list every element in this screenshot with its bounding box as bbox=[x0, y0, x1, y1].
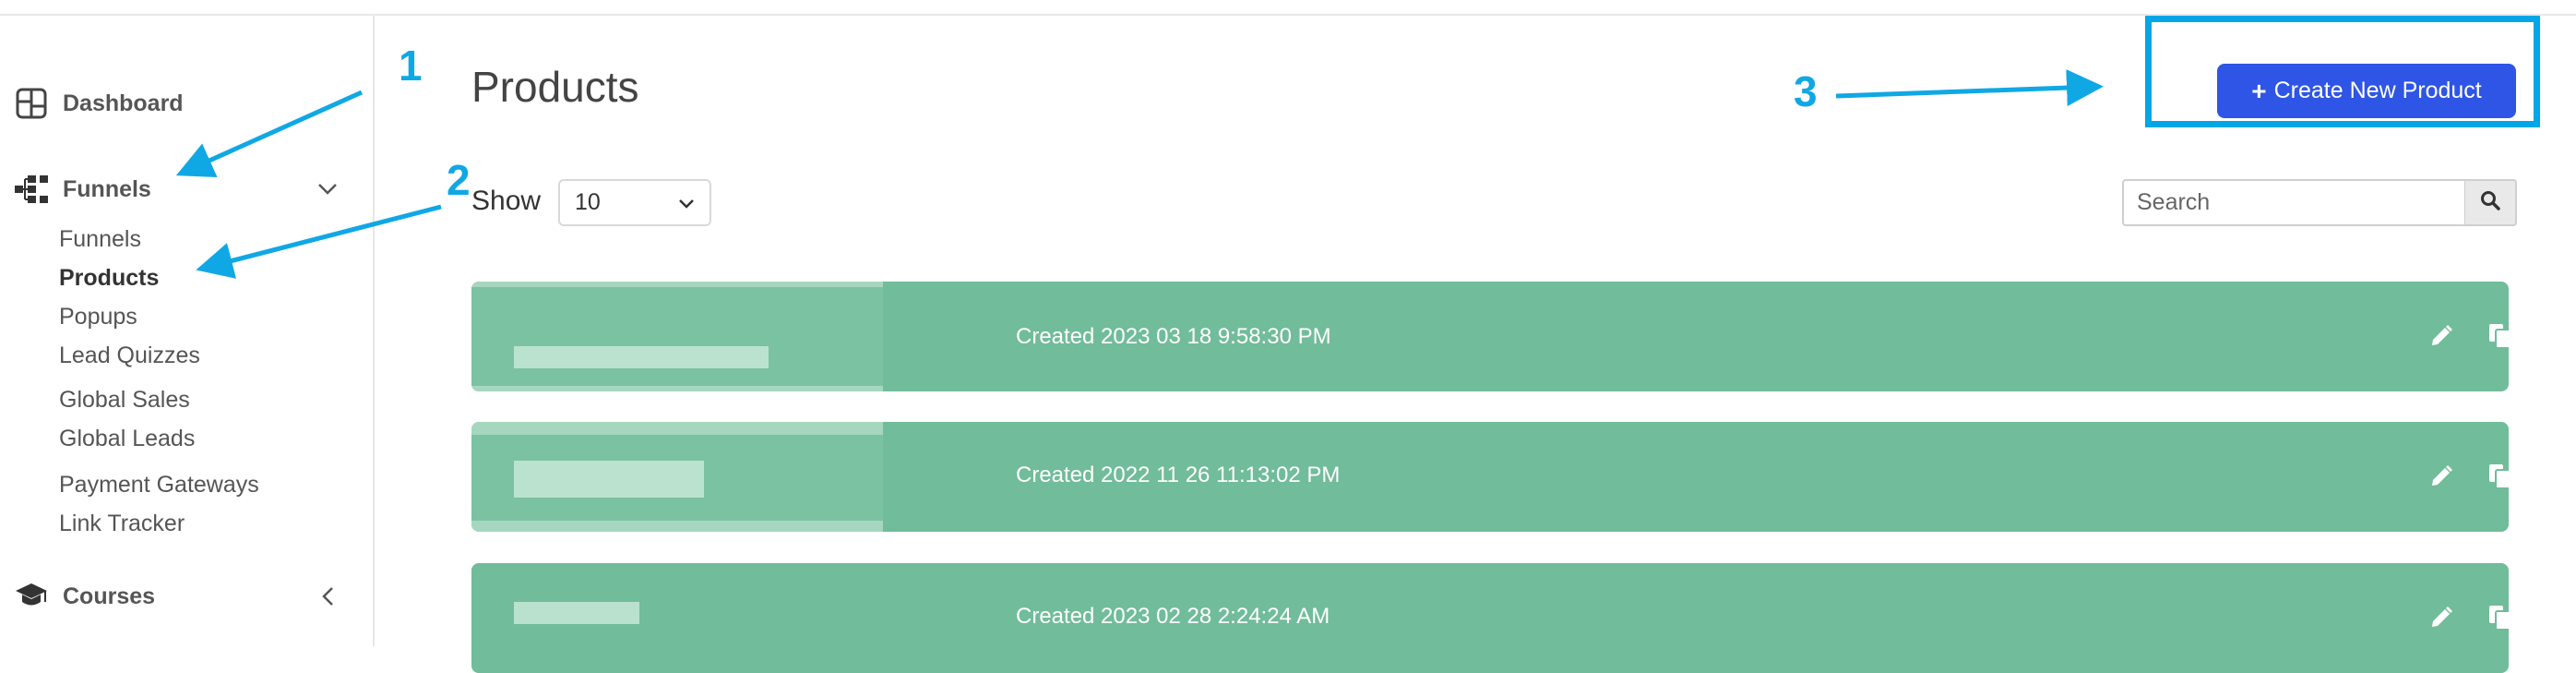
top-bar bbox=[0, 0, 2576, 16]
annotation-number-1: 1 bbox=[399, 42, 423, 90]
sidebar-item-label: Funnels bbox=[63, 175, 151, 202]
edit-pencil-icon[interactable] bbox=[2427, 322, 2455, 350]
page-size-value: 10 bbox=[575, 189, 601, 215]
duplicate-icon[interactable] bbox=[2487, 604, 2509, 631]
sidebar-subitem-lead-quizzes[interactable]: Lead Quizzes bbox=[59, 343, 200, 369]
sidebar-item-label: Courses bbox=[63, 583, 156, 609]
product-row[interactable]: Created 2022 11 26 11:13:02 PM bbox=[471, 422, 2509, 532]
product-row[interactable]: Created 2023 02 28 2:24:24 AM bbox=[471, 563, 2509, 673]
show-label: Show bbox=[471, 186, 542, 216]
sidebar-subitem-payment-gateways[interactable]: Payment Gateways bbox=[59, 472, 259, 499]
search-input[interactable] bbox=[2122, 179, 2466, 226]
product-name-redacted bbox=[514, 461, 704, 498]
chevron-down-icon bbox=[674, 192, 698, 216]
created-date: Created 2023 02 28 2:24:24 AM bbox=[1016, 604, 1330, 629]
dashboard-grid-icon bbox=[15, 87, 48, 120]
sidebar-item-dashboard[interactable]: Dashboard bbox=[0, 80, 373, 126]
edit-pencil-icon[interactable] bbox=[2427, 463, 2455, 490]
sidebar-item-funnels[interactable]: Funnels bbox=[0, 166, 373, 212]
sidebar-subitem-global-leads[interactable]: Global Leads bbox=[59, 426, 195, 452]
created-date: Created 2022 11 26 11:13:02 PM bbox=[1016, 463, 1341, 487]
annotation-number-2: 2 bbox=[447, 156, 471, 204]
sitemap-icon bbox=[15, 173, 48, 206]
chevron-left-icon[interactable] bbox=[312, 581, 343, 612]
sidebar-subitem-global-sales[interactable]: Global Sales bbox=[59, 387, 190, 414]
sidebar: Dashboard Funnels Funnels Products Popup… bbox=[0, 16, 375, 646]
highlight-box bbox=[2145, 16, 2540, 127]
sidebar-subitem-link-tracker[interactable]: Link Tracker bbox=[59, 511, 185, 537]
sidebar-subitem-funnels[interactable]: Funnels bbox=[59, 226, 141, 253]
sidebar-item-label: Dashboard bbox=[63, 90, 184, 116]
product-name-redacted bbox=[514, 346, 769, 368]
annotation-number-3: 3 bbox=[1794, 67, 1818, 115]
chevron-down-icon[interactable] bbox=[312, 174, 343, 205]
sidebar-item-courses[interactable]: Courses bbox=[0, 573, 373, 619]
created-date: Created 2023 03 18 9:58:30 PM bbox=[1016, 324, 1331, 349]
search-icon bbox=[2480, 190, 2500, 215]
edit-pencil-icon[interactable] bbox=[2427, 604, 2455, 631]
sidebar-subitem-products[interactable]: Products bbox=[59, 265, 159, 292]
page-title: Products bbox=[471, 63, 639, 111]
product-name-redacted bbox=[514, 602, 639, 624]
search-button[interactable] bbox=[2465, 179, 2517, 226]
graduation-cap-icon bbox=[15, 580, 48, 613]
duplicate-icon[interactable] bbox=[2487, 463, 2509, 490]
page-size-select[interactable]: 10 bbox=[558, 179, 711, 226]
duplicate-icon[interactable] bbox=[2487, 322, 2509, 350]
sidebar-subitem-popups[interactable]: Popups bbox=[59, 304, 137, 330]
product-row[interactable]: Created 2023 03 18 9:58:30 PM bbox=[471, 282, 2509, 391]
product-thumbnail bbox=[471, 282, 883, 391]
